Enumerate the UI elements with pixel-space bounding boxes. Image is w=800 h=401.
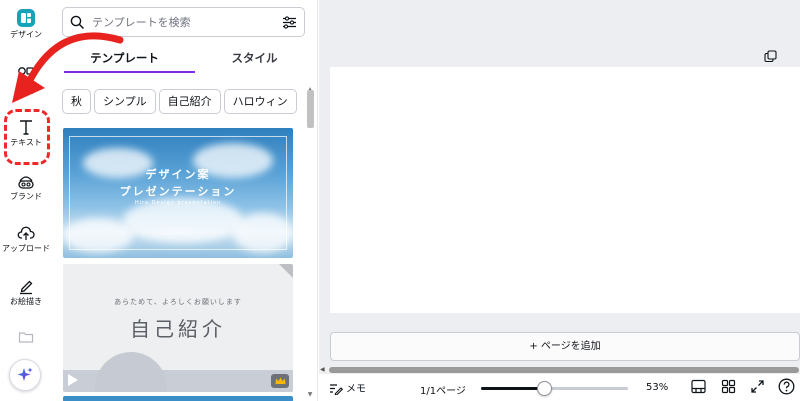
duplicate-page-icon[interactable]: [764, 50, 777, 63]
scroll-down-arrow[interactable]: ▼: [306, 391, 314, 399]
search-icon: [70, 15, 85, 30]
card-subtitle: あらためて、よろしくお願いします: [114, 298, 242, 306]
chip-halloween[interactable]: ハロウィン: [223, 89, 297, 114]
help-icon[interactable]: [778, 378, 795, 395]
card-title-line1: デザイン案: [145, 168, 211, 181]
panel-tabs: テンプレート スタイル: [52, 44, 317, 74]
zoom-slider[interactable]: [481, 381, 628, 396]
rail-item-elements[interactable]: 素材: [0, 66, 52, 96]
notes-button[interactable]: メモ: [329, 380, 366, 396]
active-tab-indicator: [64, 71, 195, 73]
chip-autumn[interactable]: 秋: [62, 89, 91, 114]
tab-style[interactable]: スタイル: [192, 44, 317, 74]
scroll-left-arrow[interactable]: ◀: [320, 366, 325, 373]
editor-app: デザイン 素材 テキスト ブランド アップロード お絵描き テンプレートを検索 …: [0, 0, 800, 401]
rail-item-projects[interactable]: [0, 330, 52, 344]
filter-chips: 秋シンプル 自己紹介 ハロウィン: [62, 89, 317, 115]
page-fold: [279, 264, 293, 278]
rail-label-draw: お絵描き: [10, 297, 42, 306]
card-subtitle: Hiro Design presentation: [134, 200, 222, 206]
page-count[interactable]: 1/1ページ: [420, 382, 466, 397]
template-search: [62, 7, 305, 37]
zoom-value[interactable]: 53%: [646, 382, 668, 393]
notes-icon: [330, 384, 344, 396]
rail-label-elements: 素材: [18, 86, 34, 95]
editor-footer: メモ 1/1ページ 53%: [319, 374, 800, 401]
magic-button[interactable]: [9, 359, 41, 391]
rail-item-design[interactable]: デザイン: [0, 8, 52, 40]
left-rail: デザイン 素材 テキスト ブランド アップロード お絵描き: [0, 0, 52, 401]
notes-label: メモ: [346, 384, 366, 395]
fullscreen-icon[interactable]: [750, 379, 765, 394]
grid-view-icon[interactable]: [721, 379, 736, 394]
card-footer: LARANAYA: [163, 231, 193, 236]
card-title: 自己紹介: [130, 317, 226, 341]
rail-label-design: デザイン: [10, 30, 42, 39]
chip-simple[interactable]: シンプル: [94, 89, 156, 114]
template-panel: テンプレート スタイル 秋シンプル自己紹介ハロウィン デザイン案 プレゼンテーシ…: [52, 0, 318, 401]
template-card[interactable]: [63, 396, 293, 401]
canvas-area: + ページを追加 ◀ メモ 1/1ページ 53%: [319, 0, 800, 401]
scroll-thumb[interactable]: [307, 90, 314, 128]
mascot-shape: [95, 352, 167, 392]
rail-item-brand[interactable]: ブランド: [0, 172, 52, 202]
template-card[interactable]: あらためて、よろしくお願いします 自己紹介: [63, 264, 293, 392]
tab-template[interactable]: テンプレート: [62, 44, 187, 74]
zoom-slider-handle[interactable]: [537, 381, 552, 396]
cloud-upload-icon: [17, 226, 35, 240]
rail-item-text[interactable]: テキスト: [0, 118, 52, 148]
chip-self-intro[interactable]: 自己紹介: [158, 89, 221, 114]
template-card[interactable]: デザイン案 プレゼンテーション Hiro Design presentation…: [63, 128, 293, 258]
rail-label-upload: アップロード: [2, 244, 50, 253]
elements-icon: [18, 67, 35, 83]
rail-item-draw[interactable]: お絵描き: [0, 277, 52, 307]
rail-label-text: テキスト: [10, 138, 42, 147]
design-page[interactable]: [330, 67, 800, 313]
card-title-line2: プレゼンテーション: [119, 185, 237, 198]
search-input[interactable]: [92, 13, 262, 31]
folder-icon: [18, 332, 34, 343]
panel-scrollbar[interactable]: ▲ ▼: [306, 86, 314, 400]
rail-label-brand: ブランド: [10, 192, 42, 201]
zoom-slider-fill: [481, 387, 544, 390]
filter-icon[interactable]: [282, 15, 297, 30]
text-icon: [20, 120, 32, 135]
page-view-icon[interactable]: [691, 379, 706, 394]
play-icon: [68, 374, 78, 386]
rail-item-upload[interactable]: アップロード: [0, 224, 52, 254]
sparkle-icon: [17, 367, 33, 381]
horizontal-scrollbar[interactable]: ◀: [320, 366, 800, 373]
pen-icon: [20, 280, 33, 295]
horizontal-scroll-thumb[interactable]: [329, 367, 799, 373]
add-page-button[interactable]: + ページを追加: [330, 332, 800, 361]
crown-icon: [271, 374, 289, 388]
design-icon: [17, 9, 35, 27]
brand-icon: [18, 176, 34, 189]
